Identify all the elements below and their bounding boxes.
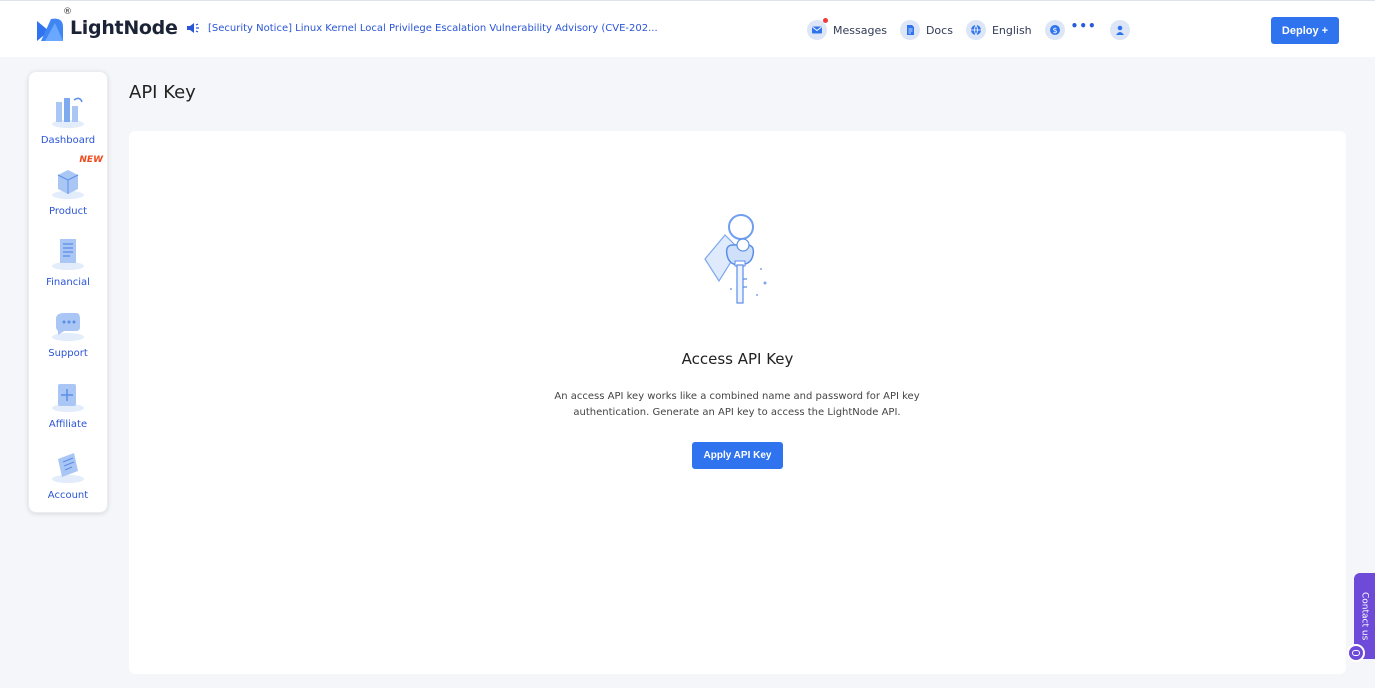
language-label: English — [991, 23, 1032, 37]
key-illustration-icon — [704, 214, 767, 304]
sidebar-label-support: Support — [48, 348, 88, 359]
mail-icon — [807, 18, 828, 40]
support-icon — [52, 313, 84, 341]
language-selector[interactable]: English — [965, 20, 1032, 40]
financial-icon — [52, 239, 84, 270]
top-bar: ® LightNode [Security Notice] Linux Kern… — [0, 0, 1375, 57]
page-title: API Key — [129, 82, 196, 103]
balance-button[interactable]: $ ••• — [1044, 19, 1097, 40]
unread-dot — [823, 18, 828, 23]
sidebar-label-product: Product — [49, 206, 87, 217]
messages-button[interactable]: Messages — [807, 18, 887, 40]
svg-text:$: $ — [1052, 26, 1057, 35]
sidebar-item-account[interactable]: Account — [29, 447, 107, 513]
docs-label: Docs — [925, 23, 953, 37]
contact-us-label: Contact us — [1359, 591, 1370, 641]
dashboard-icon — [52, 97, 84, 128]
user-icon — [1109, 20, 1130, 40]
sidebar-item-support[interactable]: Support — [29, 305, 107, 371]
logo[interactable]: ® LightNode — [35, 7, 178, 45]
chat-icon[interactable] — [1347, 644, 1365, 662]
sidebar: Dashboard NEW Product Financial Support — [28, 71, 108, 513]
sidebar-label-account: Account — [47, 490, 89, 501]
sidebar-item-dashboard[interactable]: Dashboard — [29, 92, 107, 158]
lightnode-logo-icon — [37, 18, 63, 41]
logo-registered-mark: ® — [63, 7, 72, 17]
balance-hidden: ••• — [1070, 19, 1097, 33]
logo-text: LightNode — [70, 17, 178, 39]
apply-api-key-button[interactable]: Apply API Key — [692, 442, 783, 469]
api-key-card: Access API Key An access API key works l… — [129, 131, 1346, 674]
security-notice-text: [Security Notice] Linux Kernel Local Pri… — [208, 22, 658, 34]
affiliate-icon — [52, 384, 84, 412]
deploy-button[interactable]: Deploy + — [1271, 17, 1339, 44]
sidebar-item-product[interactable]: NEW Product — [29, 155, 107, 229]
sidebar-label-affiliate: Affiliate — [48, 419, 88, 430]
account-icon — [52, 453, 84, 483]
new-badge: NEW — [79, 155, 103, 165]
security-notice-link[interactable]: [Security Notice] Linux Kernel Local Pri… — [186, 21, 658, 35]
sidebar-item-affiliate[interactable]: Affiliate — [29, 376, 107, 442]
document-icon — [899, 20, 920, 40]
messages-label: Messages — [833, 23, 887, 37]
card-description-line-1: An access API key works like a combined … — [554, 391, 920, 402]
docs-button[interactable]: Docs — [899, 20, 953, 40]
header-nav: Messages Docs English $ ••• — [807, 18, 1149, 41]
sidebar-label-dashboard: Dashboard — [40, 135, 96, 146]
user-menu-button[interactable] — [1109, 20, 1136, 40]
globe-icon — [965, 20, 986, 40]
sidebar-label-financial: Financial — [46, 277, 90, 288]
speaker-icon — [187, 23, 199, 33]
card-description-line-2: authentication. Generate an API key to a… — [573, 407, 901, 418]
product-icon — [52, 170, 84, 199]
card-description: An access API key works like a combined … — [537, 389, 937, 421]
dollar-icon: $ — [1044, 20, 1065, 40]
card-title: Access API Key — [681, 350, 794, 368]
sidebar-item-financial[interactable]: Financial — [29, 234, 107, 300]
